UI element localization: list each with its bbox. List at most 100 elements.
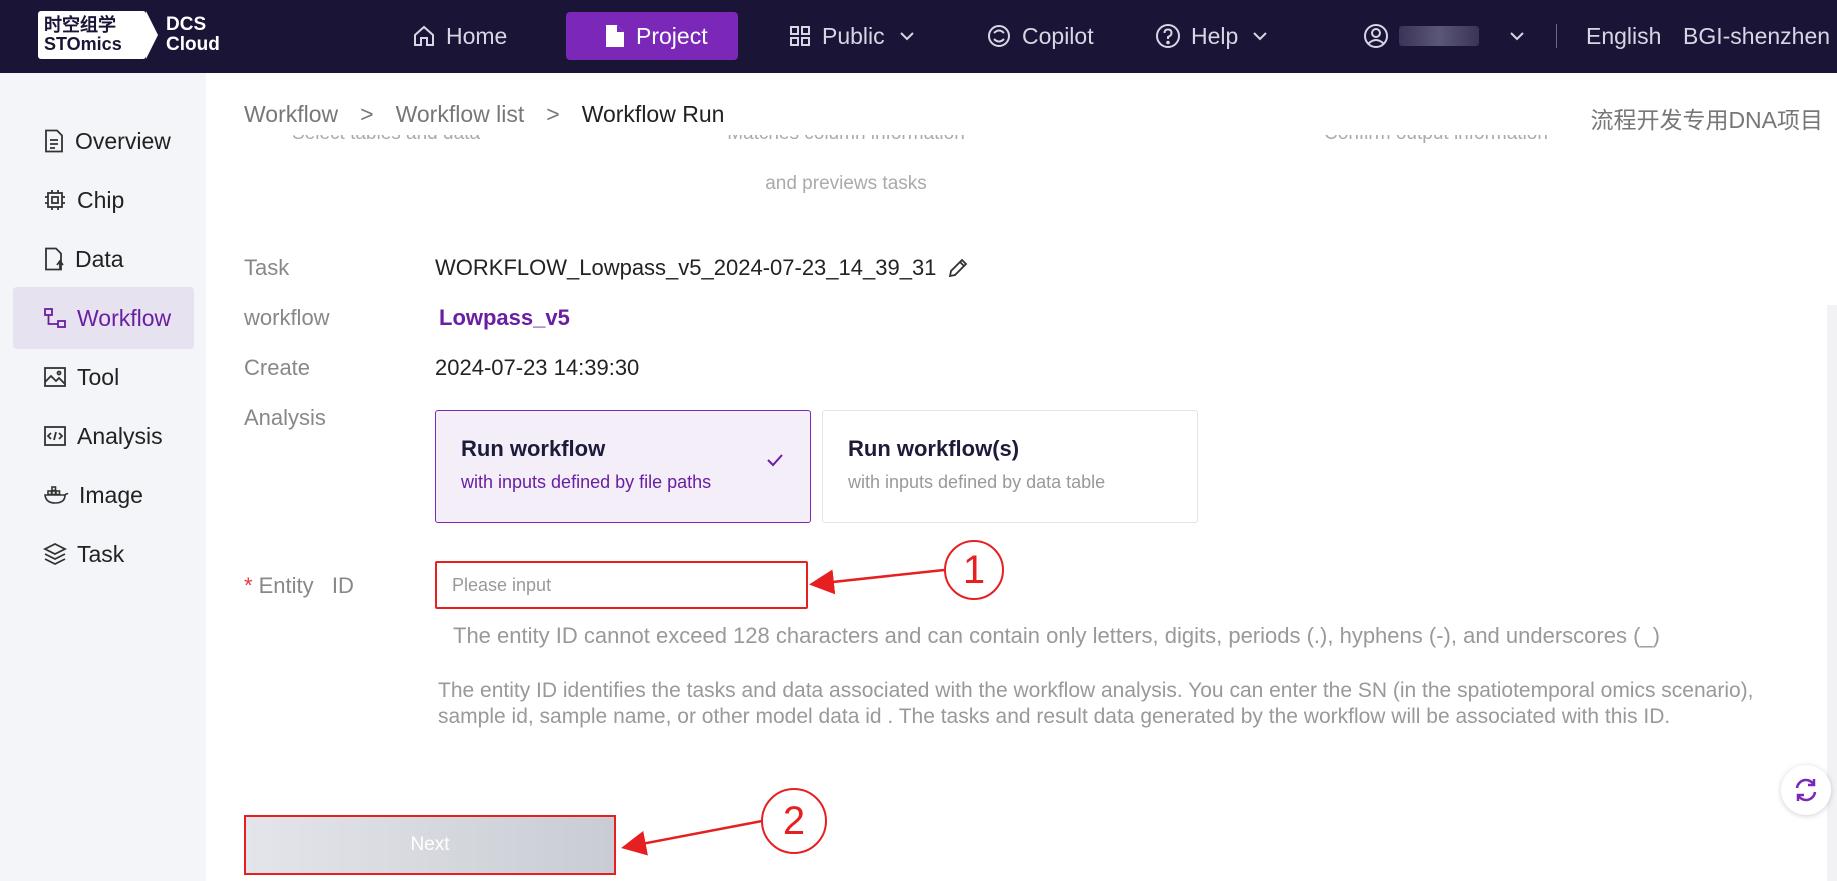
sidebar-item-chip[interactable]: Chip [13, 169, 194, 231]
sidebar-item-image[interactable]: Image [13, 464, 194, 526]
copilot-icon [988, 25, 1010, 47]
nav-project[interactable]: Project [566, 12, 738, 60]
sidebar-item-label: Overview [75, 127, 171, 154]
sidebar-item-label: Tool [77, 363, 120, 390]
nav-public[interactable]: Public [788, 12, 915, 60]
product-name: DCS Cloud [166, 15, 220, 55]
chevron-down-icon [1253, 32, 1268, 41]
step2-description-line1: Matches column information [666, 135, 1026, 145]
create-label: Create [244, 355, 311, 380]
nav-home-label: Home [446, 22, 508, 49]
breadcrumb-separator: > [360, 101, 374, 127]
edit-pencil-icon[interactable] [946, 256, 970, 280]
sidebar-item-task[interactable]: Task [13, 523, 194, 585]
breadcrumb-workflow-run: Workflow Run [581, 101, 725, 127]
entity-id-label: * Entity ID [244, 573, 354, 599]
main-content: Workflow > Workflow list > Workflow Run … [206, 73, 1837, 881]
entity-id-description: The entity ID identifies the tasks and d… [438, 679, 1754, 728]
document-icon [45, 129, 63, 153]
step1-desc-clip: Select tables and data [236, 135, 536, 155]
nav-home[interactable]: Home [412, 12, 507, 60]
chevron-down-icon [1510, 32, 1524, 41]
layers-icon [43, 542, 67, 566]
chevron-down-icon [899, 32, 914, 41]
next-button[interactable]: Next [244, 815, 616, 875]
logo-cn-text: 时空组学 [44, 15, 116, 35]
breadcrumb-workflow-list[interactable]: Workflow list [396, 101, 525, 128]
sidebar-item-tool[interactable]: Tool [13, 346, 194, 408]
entity-id-input[interactable] [435, 561, 808, 609]
task-name: WORKFLOW_Lowpass_v5_2024-07-23_14_39_31 [435, 255, 937, 280]
step2-desc-clip: Matches column information [666, 135, 1026, 155]
task-value-row: WORKFLOW_Lowpass_v5_2024-07-23_14_39_31 [435, 255, 970, 281]
docker-icon [44, 486, 69, 504]
sidebar-item-label: Task [77, 540, 125, 567]
nav-help-label: Help [1191, 22, 1239, 49]
sidebar-item-label: Workflow [77, 304, 172, 331]
entity-id-label-text: Entity ID [258, 573, 354, 598]
sidebar-item-label: Analysis [77, 422, 163, 449]
arrow-to-input [809, 568, 945, 595]
nav-copilot-label: Copilot [1022, 22, 1094, 49]
file-icon [606, 25, 624, 47]
card-title: Run workflow [461, 436, 606, 461]
run-workflows-table-card[interactable]: Run workflow(s) with inputs defined by d… [822, 410, 1198, 523]
nav-help[interactable]: Help [1155, 12, 1268, 60]
user-name-redacted [1399, 26, 1479, 46]
card-title: Run workflow(s) [848, 436, 1020, 461]
nav-copilot[interactable]: Copilot [986, 12, 1094, 60]
logo-en-text: STOmics [44, 34, 122, 54]
check-icon [767, 454, 783, 467]
sidebar-item-label: Chip [77, 186, 125, 213]
nav-public-label: Public [822, 22, 885, 49]
sidebar-item-label: Image [79, 481, 143, 508]
workflow-icon [44, 308, 66, 328]
card-subtitle: with inputs defined by data table [848, 472, 1106, 492]
home-icon [414, 25, 434, 46]
workflow-label: workflow [244, 305, 330, 330]
nav-project-label: Project [636, 22, 708, 49]
code-icon [44, 426, 66, 446]
breadcrumb: Workflow > Workflow list > Workflow Run [244, 101, 724, 128]
annotation-marker-2: 2 [761, 788, 827, 854]
product-name-line1: DCS [166, 14, 207, 35]
entity-id-rule-hint: The entity ID cannot exceed 128 characte… [453, 623, 1660, 648]
required-asterisk: * [244, 573, 253, 598]
grid-icon [790, 26, 810, 46]
sidebar-item-workflow[interactable]: Workflow [13, 287, 194, 349]
organization-switch[interactable]: BGI-shenzhen [1683, 12, 1830, 60]
step2-description-line2: and previews tasks [765, 173, 927, 194]
sidebar-item-overview[interactable]: Overview [13, 110, 194, 172]
brand-logo[interactable]: 时空组学 STOmics DCS Cloud [38, 11, 220, 59]
step1-description: Select tables and data [236, 135, 536, 145]
project-name: 流程开发专用DNA项目 [1590, 107, 1823, 133]
product-name-line2: Cloud [166, 34, 220, 55]
annotation-marker-1: 1 [944, 540, 1004, 600]
breadcrumb-workflow[interactable]: Workflow [244, 101, 338, 128]
step3-desc-clip: Confirm output information [1256, 135, 1616, 155]
step3-description: Confirm output information [1256, 135, 1616, 145]
run-workflow-card[interactable]: Run workflow with inputs defined by file… [435, 410, 811, 523]
logo-separator [146, 11, 158, 59]
breadcrumb-separator: > [546, 101, 560, 127]
analysis-label: Analysis [244, 405, 326, 430]
workflow-link[interactable]: Lowpass_v5 [439, 305, 570, 331]
sidebar-item-data[interactable]: Data [13, 228, 194, 290]
image-icon [44, 367, 66, 387]
logo-mark: 时空组学 STOmics [38, 11, 146, 59]
create-time: 2024-07-23 14:39:30 [435, 355, 640, 380]
top-divider [1556, 24, 1557, 48]
user-menu[interactable] [1363, 12, 1525, 60]
task-label: Task [244, 255, 290, 280]
sidebar-item-label: Data [75, 245, 124, 272]
sidebar-item-analysis[interactable]: Analysis [13, 405, 194, 467]
chip-icon [45, 190, 65, 210]
refresh-icon [1795, 778, 1817, 802]
refresh-button[interactable] [1781, 765, 1831, 815]
top-navigation-bar: 时空组学 STOmics DCS Cloud Home Project Publ… [0, 0, 1837, 73]
file-upload-icon [45, 247, 64, 271]
language-switch[interactable]: English [1586, 12, 1661, 60]
user-icon [1364, 24, 1388, 48]
sidebar: Overview Chip Data Workflow Tool Analysi… [0, 73, 206, 881]
card-subtitle: with inputs defined by file paths [461, 472, 712, 492]
